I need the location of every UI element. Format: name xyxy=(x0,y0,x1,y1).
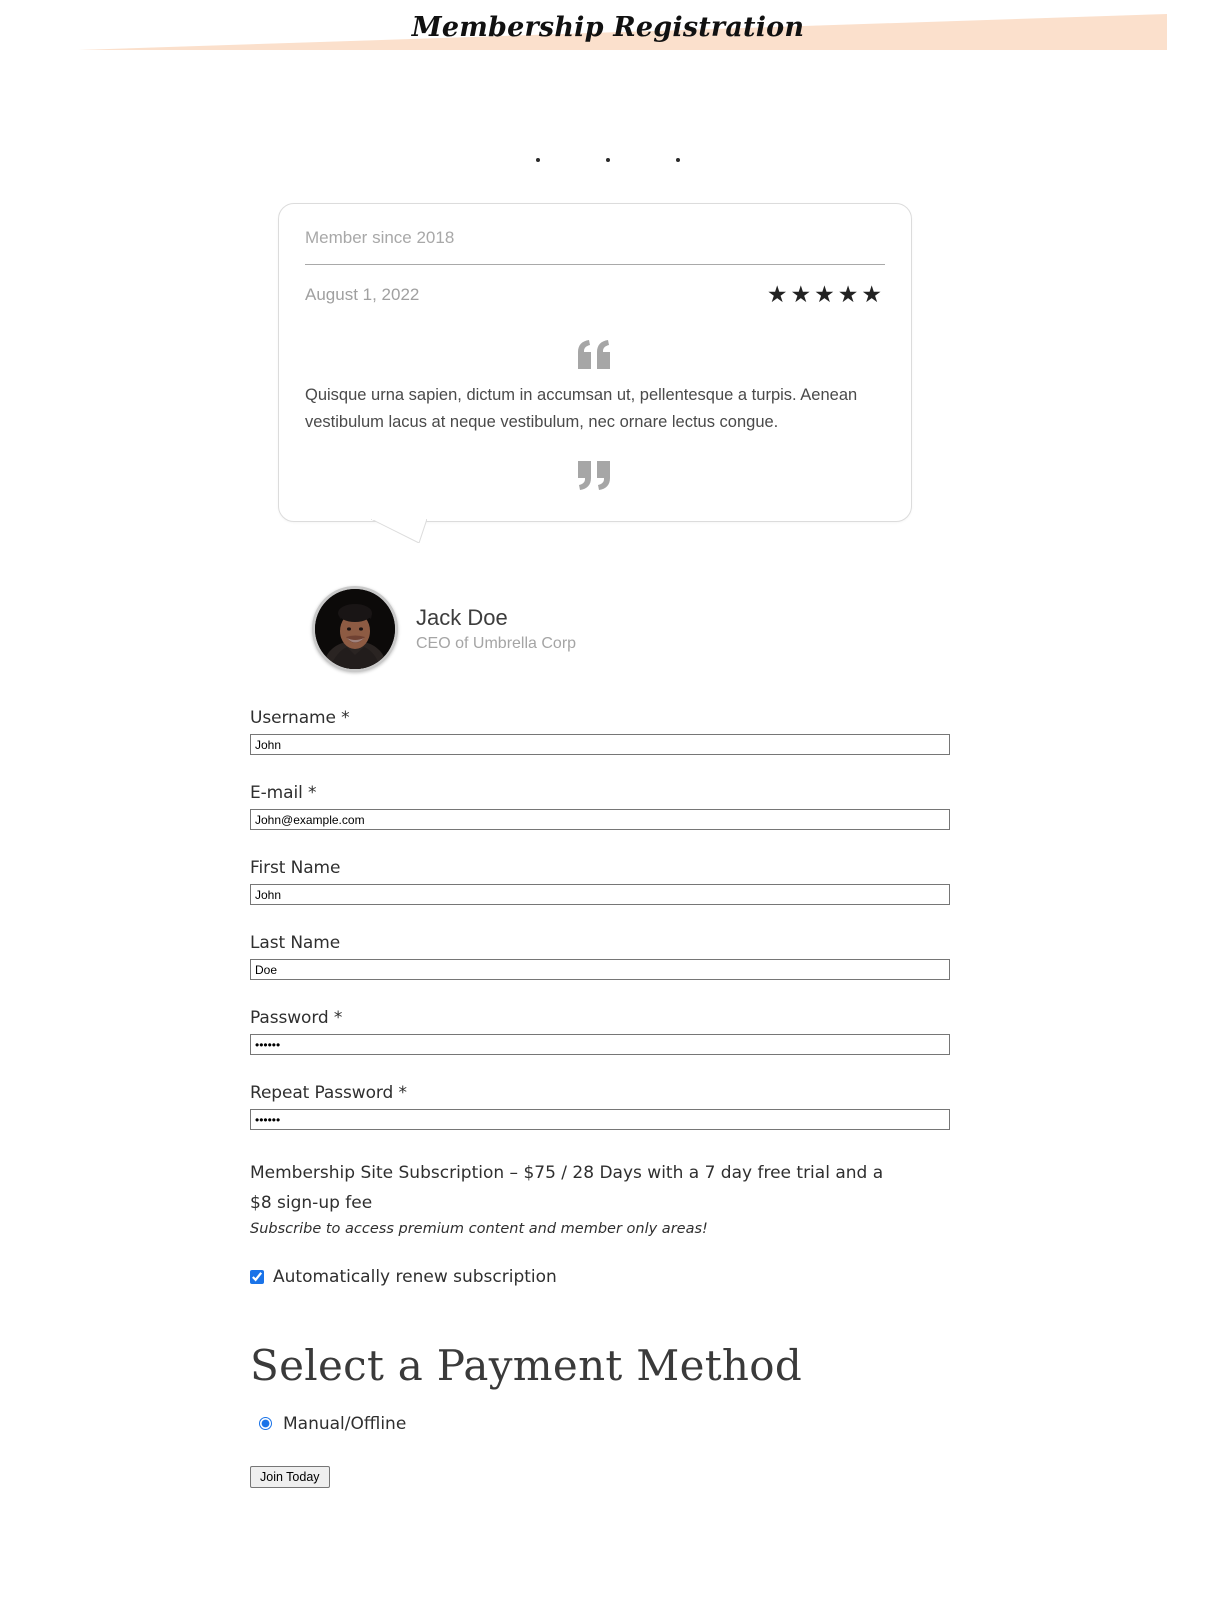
slider-dot-2[interactable] xyxy=(606,157,610,162)
payment-method-radio-manual-offline[interactable] xyxy=(259,1417,272,1430)
testimonial-slider: Member since 2018 August 1, 2022 ★★★★★ Q… xyxy=(278,203,912,544)
label-first-name: First Name xyxy=(250,858,341,878)
label-email: E-mail * xyxy=(250,783,317,803)
field-first-name: First Name xyxy=(250,858,950,905)
card-divider xyxy=(305,264,885,265)
first-name-input[interactable] xyxy=(250,884,950,905)
testimonial-card: Member since 2018 August 1, 2022 ★★★★★ Q… xyxy=(278,203,912,544)
slider-dot-1[interactable] xyxy=(535,157,540,162)
member-since-label: Member since 2018 xyxy=(305,228,455,247)
join-today-button[interactable]: Join Today xyxy=(250,1465,330,1488)
slider-pagination[interactable] xyxy=(0,151,1216,169)
password-input[interactable] xyxy=(250,1034,950,1055)
author-text-block: Jack Doe CEO of Umbrella Corp xyxy=(416,605,576,652)
email-input[interactable] xyxy=(250,809,950,830)
page-title: Membership Registration xyxy=(411,12,805,43)
label-password: Password * xyxy=(250,1008,343,1028)
testimonial-author: Jack Doe CEO of Umbrella Corp xyxy=(312,586,576,672)
quote-open-icon xyxy=(305,328,885,372)
slider-dot-3[interactable] xyxy=(676,157,681,162)
avatar-photo-icon xyxy=(315,589,395,669)
label-last-name: Last Name xyxy=(250,933,341,953)
last-name-input[interactable] xyxy=(250,959,950,980)
field-username: Username * xyxy=(250,708,950,755)
star-rating-icon: ★★★★★ xyxy=(766,281,885,307)
subscription-description: Membership Site Subscription – $75 / 28 … xyxy=(250,1163,884,1214)
review-date: August 1, 2022 xyxy=(305,284,420,304)
card-speech-tail xyxy=(371,519,427,544)
auto-renew-row[interactable]: Automatically renew subscription xyxy=(250,1267,950,1287)
testimonial-quote-text: Quisque urna sapien, dictum in accumsan … xyxy=(305,386,858,431)
field-repeat-password: Repeat Password * xyxy=(250,1083,950,1130)
payment-option-manual-offline[interactable]: Manual/Offline xyxy=(250,1414,950,1434)
subscription-note: Subscribe to access premium content and … xyxy=(250,1220,708,1237)
testimonial-meta-row: August 1, 2022 ★★★★★ xyxy=(305,283,885,306)
label-username: Username * xyxy=(250,708,350,728)
avatar xyxy=(312,586,398,672)
quote-close-icon xyxy=(305,449,885,493)
payment-method-heading: Select a Payment Method xyxy=(250,1340,803,1390)
payment-option-label: Manual/Offline xyxy=(283,1413,407,1434)
author-role: CEO of Umbrella Corp xyxy=(416,634,577,652)
username-input[interactable] xyxy=(250,734,950,755)
repeat-password-input[interactable] xyxy=(250,1109,950,1130)
auto-renew-checkbox[interactable] xyxy=(250,1269,264,1284)
registration-form: Username * E-mail * First Name Last Name… xyxy=(250,708,950,1488)
field-last-name: Last Name xyxy=(250,933,950,980)
auto-renew-label: Automatically renew subscription xyxy=(273,1266,557,1287)
label-repeat-password: Repeat Password * xyxy=(250,1083,407,1103)
quote-open-glyph xyxy=(578,340,610,369)
field-password: Password * xyxy=(250,1008,950,1055)
author-name: Jack Doe xyxy=(416,605,508,631)
quote-close-glyph xyxy=(578,461,610,491)
field-email: E-mail * xyxy=(250,783,950,830)
